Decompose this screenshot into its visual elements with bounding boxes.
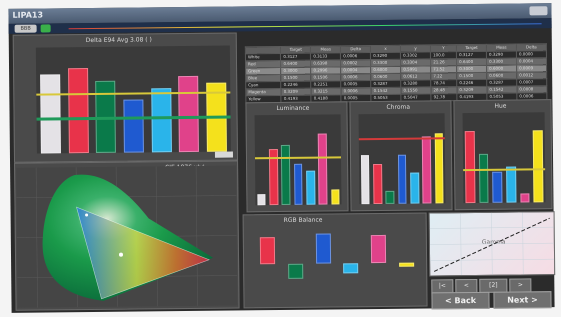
- bar-blue: [492, 171, 503, 203]
- gamut-panel: CIE 1976 u'v': [14, 160, 240, 311]
- luminance-bars: [255, 114, 342, 206]
- bar-cyan: [506, 166, 517, 203]
- bar-magenta: [318, 133, 328, 205]
- bar-red: [260, 236, 276, 265]
- chroma-bars: [359, 113, 446, 205]
- rgb-balance-plot: [253, 225, 421, 302]
- bar-blue: [123, 99, 144, 153]
- bar-magenta: [422, 135, 432, 204]
- bar-red: [464, 130, 476, 204]
- bar-green: [288, 263, 304, 279]
- luminance-panel: Luminance: [245, 101, 349, 213]
- back-button[interactable]: < Back: [431, 291, 490, 310]
- measurement-table: Target Meas Delta x y Y Target Meas Delta White 0.…: [245, 43, 548, 103]
- app-title: LIPA13: [12, 10, 44, 20]
- bar-yellow: [434, 133, 444, 204]
- hue-plot: [462, 112, 546, 204]
- delta-e-bars: [36, 46, 231, 154]
- delta-e-title: Delta E94 Avg 3.08 ( ): [85, 36, 152, 45]
- hue-title: Hue: [494, 102, 507, 110]
- delta-e-plot: [35, 45, 231, 154]
- gamma-panel: Gamma: [428, 211, 556, 277]
- bar-magenta: [370, 234, 387, 264]
- bar-yellow: [330, 189, 340, 205]
- bar-red: [373, 163, 383, 205]
- hue-bars: [463, 112, 546, 204]
- bar-cyan: [306, 170, 316, 205]
- bar-magenta: [520, 193, 530, 203]
- bar-white: [39, 73, 61, 154]
- bar-green: [281, 144, 291, 205]
- bar-white: [257, 193, 266, 206]
- bar-white: [360, 154, 370, 205]
- bar-green: [385, 190, 395, 204]
- bar-green: [478, 153, 489, 203]
- menu-button[interactable]: BBB: [14, 24, 37, 33]
- nav-prev-label: <: [463, 282, 469, 290]
- hue-panel: Hue: [453, 99, 553, 211]
- bar-cyan: [343, 263, 359, 274]
- back-label: < Back: [444, 295, 477, 306]
- menu-label: BBB: [20, 25, 31, 32]
- gamma-curve: [429, 212, 555, 276]
- color-accent-line: [68, 23, 542, 30]
- delta-e-panel: Delta E94 Avg 3.08 ( ): [12, 32, 239, 163]
- chroma-title: Chroma: [386, 103, 411, 111]
- rgb-balance-panel: RGB Balance: [242, 212, 428, 309]
- bar-cyan: [410, 172, 420, 204]
- chroma-plot: [358, 113, 446, 205]
- app-window: LIPA13 BBB Delta E94 Avg 3.08 ( ) Target…: [8, 3, 556, 313]
- window-controls[interactable]: [529, 6, 548, 16]
- bar-red: [67, 68, 89, 154]
- luminance-plot: [254, 114, 342, 206]
- next-button[interactable]: Next >: [493, 291, 552, 309]
- chroma-panel: Chroma: [349, 100, 453, 212]
- delta-e-scroll[interactable]: [214, 151, 233, 158]
- rgb-balance-title: RGB Balance: [283, 216, 323, 224]
- bar-blue: [397, 154, 407, 204]
- cie-diagram: [16, 165, 238, 308]
- nav-next-label: >: [517, 281, 523, 289]
- photo-frame: LIPA13 BBB Delta E94 Avg 3.08 ( ) Target…: [0, 0, 561, 317]
- rgb-balance-bars: [254, 226, 421, 302]
- bar-blue: [293, 163, 303, 205]
- bar-cyan: [151, 88, 172, 153]
- status-chip-green[interactable]: [40, 24, 51, 33]
- bar-yellow: [398, 262, 414, 267]
- next-label: Next >: [507, 295, 538, 305]
- nav-first-label: |<: [438, 282, 446, 290]
- nav-page-label: [2]: [489, 281, 498, 289]
- bar-magenta: [178, 75, 200, 153]
- luminance-title: Luminance: [276, 104, 310, 113]
- bar-yellow: [533, 130, 544, 203]
- bar-blue: [315, 233, 331, 264]
